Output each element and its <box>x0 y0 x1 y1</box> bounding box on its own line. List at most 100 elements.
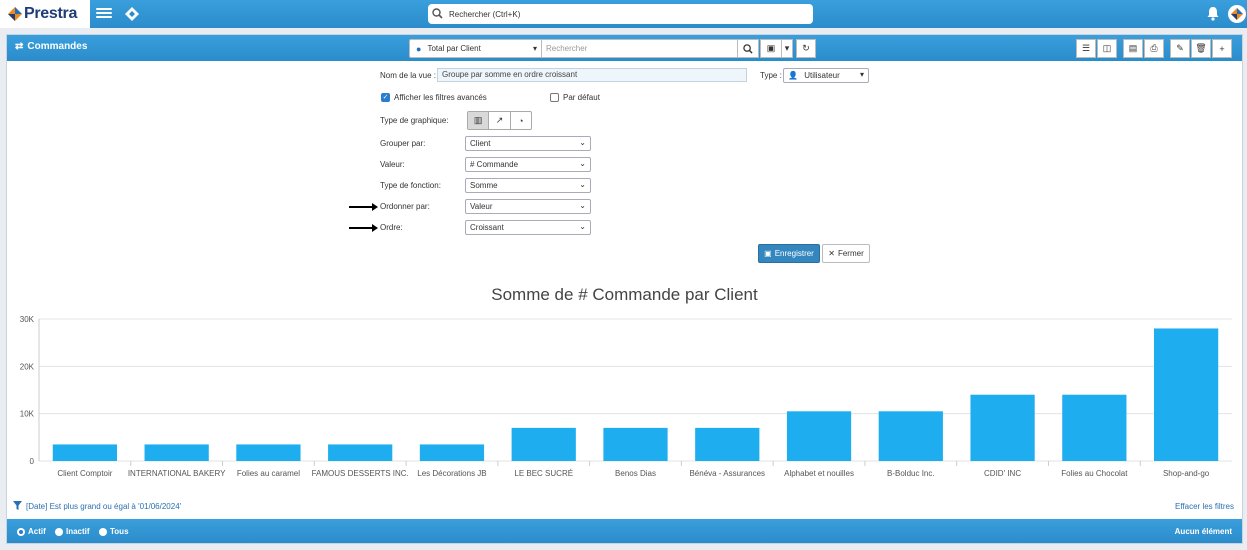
x-tick-label: Folies au caramel <box>237 469 300 478</box>
export-button[interactable]: ▤ <box>1123 39 1143 58</box>
radio-dot <box>55 527 63 536</box>
chart-type-group: ▥ ↗ ◔ <box>467 111 532 130</box>
bar <box>236 444 301 461</box>
bar <box>328 444 393 461</box>
print-icon: ⎙ <box>1150 43 1158 53</box>
radio-dot <box>99 527 107 536</box>
y-tick-label: 10K <box>20 410 35 419</box>
type-label: Type : <box>760 71 782 80</box>
active-filter[interactable]: [Date] Est plus grand ou égal à '01/06/2… <box>13 501 181 512</box>
radio-all[interactable]: Tous <box>99 527 129 536</box>
users-icon: ● <box>416 43 422 54</box>
delete-button[interactable]: 🗑 <box>1191 39 1211 58</box>
default-checkbox[interactable] <box>550 93 559 102</box>
header-search-placeholder: Rechercher <box>546 44 588 53</box>
x-tick-label: Les Décorations JB <box>417 469 486 478</box>
bar <box>878 411 943 461</box>
logo-icon <box>8 7 22 21</box>
plus-icon: + <box>1219 43 1225 54</box>
bar-chart-icon: ▥ <box>473 115 483 125</box>
menu-icon[interactable] <box>96 6 112 22</box>
save-view-dropdown[interactable]: ▾ <box>781 39 793 58</box>
page-title: ⇄ Commandes <box>15 41 87 52</box>
arrow-icon <box>349 203 378 211</box>
item-count: Aucun élément <box>1174 527 1232 536</box>
group-by-value: Client <box>470 139 491 148</box>
function-type-select[interactable]: Somme ⌄ <box>465 178 591 193</box>
caret-down-icon: ▾ <box>532 44 537 53</box>
chevron-down-icon: ⌄ <box>579 180 586 189</box>
x-tick-label: Benos Dias <box>615 469 656 478</box>
order-value: Croissant <box>470 223 504 232</box>
refresh-button[interactable]: ↻ <box>796 39 816 58</box>
diamond-icon[interactable] <box>124 6 140 22</box>
x-tick-label: Bénéva - Assurances <box>689 469 765 478</box>
bar <box>511 427 576 461</box>
view-name-input[interactable]: Groupe par somme en ordre croissant <box>437 68 747 82</box>
order-select[interactable]: Croissant ⌄ <box>465 220 591 235</box>
view-select-value: Total par Client <box>427 44 481 53</box>
y-tick-label: 30K <box>20 315 35 324</box>
edit-button[interactable]: ✎ <box>1170 39 1190 58</box>
view-select[interactable]: ● Total par Client ▾ <box>409 39 544 58</box>
columns-button[interactable]: ◫ <box>1097 39 1117 58</box>
list-icon: ☰ <box>1081 43 1091 53</box>
avatar[interactable] <box>1228 5 1246 23</box>
radio-active-label: Actif <box>28 527 46 536</box>
bar <box>970 394 1035 461</box>
clear-filters-link[interactable]: Effacer les filtres <box>1175 502 1234 511</box>
global-search-placeholder: Rechercher (Ctrl+K) <box>449 9 521 19</box>
chart-type-label: Type de graphique: <box>380 116 449 125</box>
print-button[interactable]: ⎙ <box>1144 39 1164 58</box>
user-icon: 👤 <box>788 71 798 80</box>
floppy-icon: ▣ <box>766 43 776 53</box>
refresh-icon: ↻ <box>802 43 810 53</box>
bar-chart: 0 10K 20K 30K Client Comptoir INTERNATIONAL B… <box>20 315 1232 478</box>
radio-inactive-label: Inactif <box>66 527 90 536</box>
radio-inactive[interactable]: Inactif <box>55 527 90 536</box>
order-by-value: Valeur <box>470 202 493 211</box>
floppy-icon: ▣ <box>764 249 772 258</box>
view-name-label: Nom de la vue : <box>380 71 437 80</box>
close-button-label: Fermer <box>837 249 864 258</box>
save-view-button[interactable]: ▣ <box>760 39 782 58</box>
radio-dot <box>17 527 25 536</box>
card-footer: Actif Inactif Tous Aucun élément <box>7 519 1242 543</box>
chevron-down-icon: ⌄ <box>579 222 586 231</box>
bar <box>419 444 485 461</box>
x-tick-label: Shop-and-go <box>1163 469 1210 478</box>
save-button-label: Enregistrer <box>774 249 814 258</box>
bar-chart-button[interactable]: ▥ <box>468 112 490 129</box>
pie-chart-button[interactable]: ◔ <box>511 112 531 129</box>
pie-chart-icon: ◔ <box>518 115 524 126</box>
order-by-select[interactable]: Valeur ⌄ <box>465 199 591 214</box>
app-logo[interactable]: Prestra <box>0 0 90 28</box>
close-icon: ✕ <box>828 249 835 258</box>
search-button[interactable] <box>737 39 759 58</box>
global-search-input[interactable]: Rechercher (Ctrl+K) <box>428 4 813 24</box>
group-by-label: Grouper par: <box>380 139 426 148</box>
add-button[interactable]: + <box>1212 39 1232 58</box>
bar <box>786 411 852 461</box>
value-select-value: # Commande <box>470 160 519 169</box>
bar <box>144 444 209 461</box>
save-button[interactable]: ▣ Enregistrer <box>758 244 820 263</box>
search-icon <box>432 7 443 21</box>
advanced-filters-checkbox[interactable]: ✓ <box>381 93 390 102</box>
header-search-input[interactable]: Rechercher <box>541 39 741 58</box>
card-header: ⇄ Commandes ● Total par Client ▾ Recherc… <box>7 35 1242 61</box>
list-view-button[interactable]: ☰ <box>1076 39 1096 58</box>
function-type-label: Type de fonction: <box>380 181 441 190</box>
chevron-down-icon: ⌄ <box>579 159 586 168</box>
chevron-down-icon: ⌄ <box>579 201 586 210</box>
x-tick-label: Client Comptoir <box>57 469 112 478</box>
radio-active[interactable]: Actif <box>17 527 46 536</box>
group-by-select[interactable]: Client ⌄ <box>465 136 591 151</box>
line-chart-button[interactable]: ↗ <box>489 112 511 129</box>
x-tick-label: Alphabet et nouilles <box>784 469 854 478</box>
document-icon: ▤ <box>1128 43 1138 53</box>
value-select[interactable]: # Commande ⌄ <box>465 157 591 172</box>
bell-icon[interactable] <box>1206 6 1220 21</box>
close-button[interactable]: ✕ Fermer <box>822 244 870 263</box>
type-select[interactable]: 👤 Utilisateur ▾ <box>783 68 869 83</box>
